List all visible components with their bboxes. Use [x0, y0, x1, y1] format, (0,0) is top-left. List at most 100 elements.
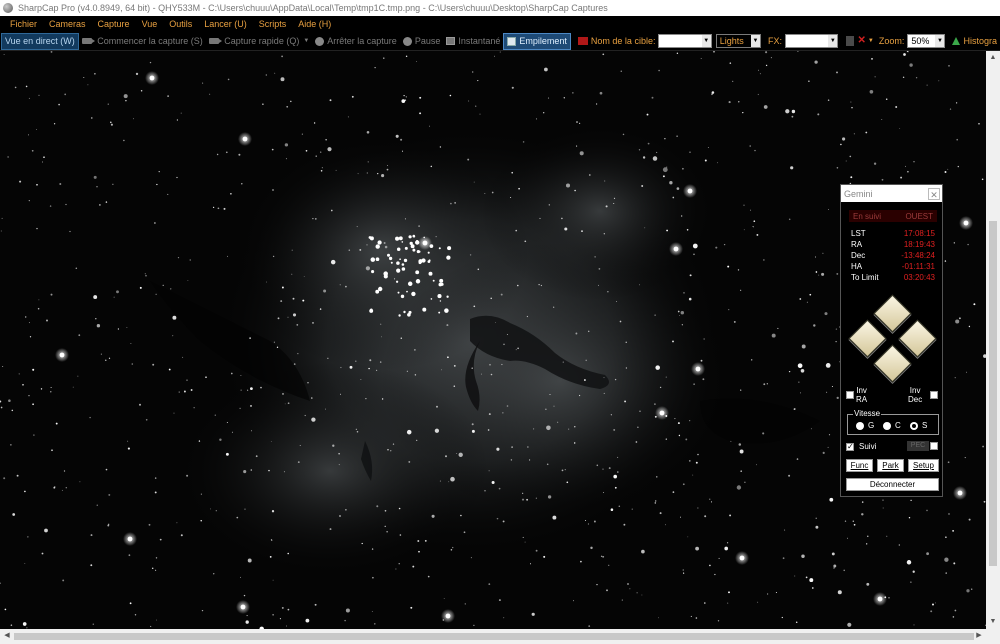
setup-button[interactable]: Setup: [908, 459, 939, 472]
snapshot-button[interactable]: Instantané: [443, 34, 503, 49]
vertical-scrollbar[interactable]: ▲ ▼: [986, 51, 1000, 629]
dec-value: -13:48:24: [901, 251, 935, 260]
fx-combo[interactable]: ▼: [785, 34, 839, 48]
pec-checkbox[interactable]: [930, 442, 938, 450]
start-capture-button[interactable]: Commencer la capture (S): [79, 34, 206, 49]
ra-label: RA: [851, 240, 863, 249]
speed-group: Vitesse G C S: [847, 409, 939, 435]
menu-aide[interactable]: Aide (H): [298, 19, 331, 29]
gemini-title: Gemini: [844, 188, 873, 199]
slew-south-button[interactable]: [873, 344, 912, 383]
speed-c-label: C: [895, 421, 901, 430]
stacking-label: Empilement: [519, 36, 567, 46]
to-limit-label: To Limit: [851, 273, 879, 282]
menu-fichier[interactable]: Fichier: [10, 19, 37, 29]
direction-pad: [841, 293, 944, 383]
ha-value: -01:11:31: [901, 262, 935, 271]
menu-outils[interactable]: Outils: [169, 19, 192, 29]
sharpcap-app-icon: [3, 3, 13, 13]
target-label-text: Nom de la cible:: [590, 36, 656, 46]
tracking-toggle[interactable]: Suivi: [846, 442, 876, 451]
target-icon: [577, 37, 588, 45]
quick-capture-button[interactable]: Capture rapide (Q) ▼: [206, 34, 313, 49]
target-name-combo[interactable]: ▼: [658, 34, 712, 48]
coord-row-lst: LST 17:08:15: [851, 228, 935, 239]
image-viewport[interactable]: [0, 51, 986, 629]
frame-type-combo[interactable]: Lights ▼: [715, 34, 762, 48]
scroll-right-icon[interactable]: ▶: [972, 629, 986, 643]
tracking-checkbox[interactable]: [846, 442, 854, 451]
func-button[interactable]: Func: [846, 459, 873, 472]
quick-capture-label: Capture rapide (Q): [224, 36, 300, 46]
horizontal-scrollbar[interactable]: ◀ ▶: [0, 629, 986, 644]
invert-ra-line1: Inv: [856, 386, 867, 395]
scroll-down-icon[interactable]: ▼: [986, 615, 1000, 629]
speed-s-label: S: [922, 421, 928, 430]
scroll-up-icon[interactable]: ▲: [986, 51, 1000, 65]
speed-legend: Vitesse: [853, 409, 882, 418]
live-view-label: Vue en direct (W): [5, 36, 75, 46]
gemini-panel: Gemini ✕ En suivi OUEST LST 17:08:15 RA 18…: [840, 184, 943, 497]
eagle-nebula-image: [0, 51, 986, 629]
pier-side: OUEST: [905, 211, 933, 221]
coord-row-dec: Dec -13:48:24: [851, 250, 935, 261]
chevron-down-icon[interactable]: ▼: [868, 38, 874, 44]
histogram-button[interactable]: Histogra: [949, 34, 1000, 49]
fx-label: FX:: [765, 34, 785, 49]
close-icon[interactable]: ✕: [928, 187, 940, 200]
chevron-down-icon[interactable]: ▼: [935, 35, 945, 47]
pause-icon: [402, 36, 412, 46]
coord-row-limit: To Limit 03:20:43: [851, 272, 935, 283]
coordinates-table: LST 17:08:15 RA 18:19:43 Dec -13:48:24 HA -0…: [851, 228, 935, 283]
dec-label: Dec: [851, 251, 866, 260]
slew-east-button[interactable]: [848, 319, 887, 358]
park-button[interactable]: Park: [877, 459, 904, 472]
live-view-button[interactable]: Vue en direct (W): [1, 32, 79, 50]
menu-bar: Fichier Cameras Capture Vue Outils Lance…: [0, 16, 1000, 32]
snapshot-icon: [446, 37, 456, 45]
slew-north-button[interactable]: [873, 294, 912, 333]
stop-capture-button[interactable]: Arrêter la capture: [312, 34, 400, 49]
zoom-label: Zoom:: [876, 34, 908, 49]
stop-icon: [315, 36, 325, 46]
menu-scripts[interactable]: Scripts: [259, 19, 287, 29]
start-capture-label: Commencer la capture (S): [97, 36, 203, 46]
pause-label: Pause: [414, 36, 441, 46]
invert-ra-checkbox[interactable]: [846, 391, 854, 399]
slew-west-button[interactable]: [898, 319, 937, 358]
chevron-down-icon[interactable]: ▼: [701, 35, 711, 47]
speed-c-radio[interactable]: C: [883, 421, 901, 430]
fx-settings-icon[interactable]: [846, 36, 854, 46]
fx-label-text: FX:: [768, 36, 783, 46]
invert-dec-line2: Dec: [908, 395, 923, 404]
zoom-label-text: Zoom:: [878, 36, 905, 46]
speed-s-radio[interactable]: S: [910, 421, 927, 430]
gemini-title-bar[interactable]: Gemini ✕: [841, 185, 942, 202]
invert-dec-checkbox[interactable]: [930, 391, 938, 399]
radio-dot: [856, 421, 864, 430]
zoom-combo[interactable]: 50% ▼: [907, 34, 946, 48]
reticle-icon[interactable]: ✕: [858, 36, 866, 46]
coord-row-ha: HA -01:11:31: [851, 261, 935, 272]
stack-icon: [507, 36, 517, 46]
horizontal-scroll-thumb[interactable]: [14, 633, 974, 640]
vertical-scroll-thumb[interactable]: [989, 221, 997, 566]
menu-cameras[interactable]: Cameras: [49, 19, 86, 29]
menu-lancer[interactable]: Lancer (U): [204, 19, 247, 29]
chevron-down-icon[interactable]: ▼: [751, 35, 761, 47]
histogram-label: Histogra: [963, 36, 997, 46]
scroll-left-icon[interactable]: ◀: [0, 629, 14, 643]
snapshot-label: Instantané: [458, 36, 501, 46]
pause-button[interactable]: Pause: [400, 34, 444, 49]
radio-dot-selected: [910, 421, 918, 430]
menu-vue[interactable]: Vue: [142, 19, 158, 29]
lst-value: 17:08:15: [903, 229, 935, 238]
speed-g-radio[interactable]: G: [856, 421, 874, 430]
menu-capture[interactable]: Capture: [98, 19, 130, 29]
ha-label: HA: [851, 262, 863, 271]
chevron-down-icon[interactable]: ▼: [303, 38, 309, 44]
disconnect-button[interactable]: Déconnecter: [846, 478, 939, 491]
stacking-button[interactable]: Empilement: [503, 32, 571, 50]
chevron-down-icon[interactable]: ▼: [828, 35, 838, 47]
scroll-corner: [986, 629, 1000, 644]
